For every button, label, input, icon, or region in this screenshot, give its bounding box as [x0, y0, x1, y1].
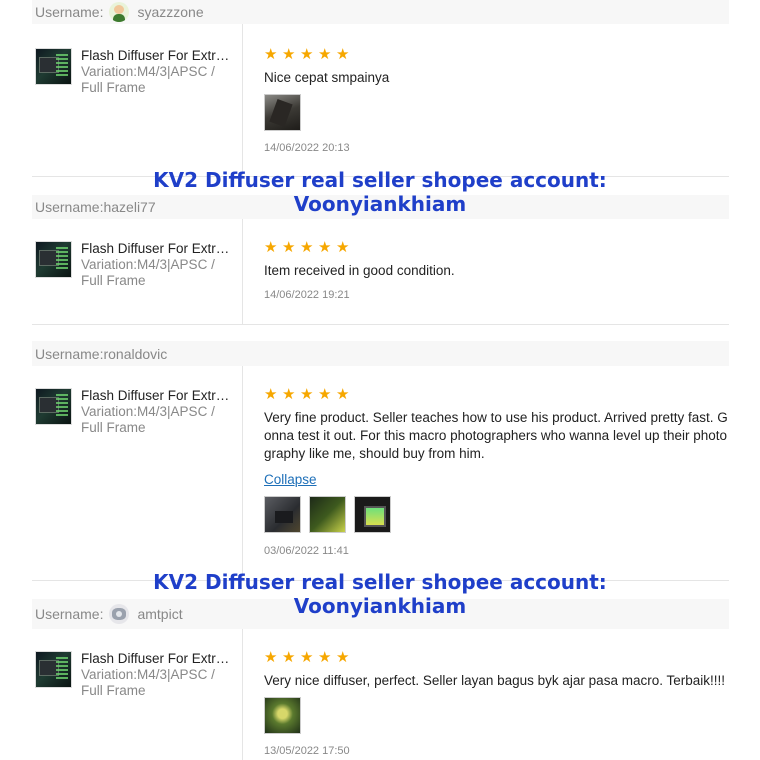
product-thumbnail[interactable] [35, 388, 72, 425]
username-label: Username: [35, 4, 104, 20]
column-divider [242, 219, 243, 325]
star-icon: ★ [300, 46, 314, 63]
star-icon: ★ [318, 386, 332, 403]
review-item: Flash Diffuser For Extr… Variation:M4/3|… [32, 629, 729, 760]
star-icon: ★ [336, 386, 350, 403]
watermark-overlay: KV2 Diffuser real seller shopee account:… [0, 570, 760, 618]
star-icon: ★ [282, 649, 296, 666]
username[interactable]: syazzzone [137, 4, 203, 20]
user-avatar [109, 2, 130, 22]
watermark-line: KV2 Diffuser real seller shopee account: [153, 168, 607, 192]
product-variation: Variation:M4/3|APSC / Full Frame [81, 257, 215, 288]
product-variation: Variation:M4/3|APSC / Full Frame [81, 404, 215, 435]
star-icon: ★ [282, 386, 296, 403]
row-divider [32, 324, 729, 325]
star-icon: ★ [336, 46, 350, 63]
rating-stars: ★ ★ ★ ★ ★ [264, 240, 350, 255]
column-divider [242, 629, 243, 760]
review-photo[interactable] [264, 697, 301, 734]
star-icon: ★ [318, 649, 332, 666]
watermark-overlay: KV2 Diffuser real seller shopee account:… [0, 168, 760, 216]
rating-stars: ★ ★ ★ ★ ★ [264, 650, 350, 665]
product-name[interactable]: Flash Diffuser For Extr… [81, 651, 231, 666]
product-thumbnail[interactable] [35, 651, 72, 688]
star-icon: ★ [336, 649, 350, 666]
review-photos [264, 94, 301, 131]
star-icon: ★ [300, 649, 314, 666]
watermark-line: Voonyiankhiam [293, 192, 467, 216]
review-comment: Very fine product. Seller teaches how to… [264, 410, 728, 461]
star-icon: ★ [264, 649, 278, 666]
product-thumbnail[interactable] [35, 48, 72, 85]
review-photos [264, 697, 301, 734]
review-comment: Item received in good condition. [264, 263, 455, 278]
rating-stars: ★ ★ ★ ★ ★ [264, 387, 350, 402]
review-item: Flash Diffuser For Extr… Variation:M4/3|… [32, 366, 729, 581]
review-date: 13/05/2022 17:50 [264, 745, 350, 757]
product-name[interactable]: Flash Diffuser For Extr… [81, 48, 231, 63]
collapse-link[interactable]: Collapse [264, 472, 317, 487]
review-header: Username: ronaldovic [32, 341, 729, 366]
column-divider [242, 24, 243, 177]
star-icon: ★ [318, 46, 332, 63]
star-icon: ★ [300, 386, 314, 403]
review-comment: Very nice diffuser, perfect. Seller laya… [264, 673, 725, 688]
star-icon: ★ [336, 239, 350, 256]
review-item: Flash Diffuser For Extr… Variation:M4/3|… [32, 219, 729, 325]
review-photo[interactable] [354, 496, 391, 533]
product-name[interactable]: Flash Diffuser For Extr… [81, 388, 231, 403]
star-icon: ★ [282, 239, 296, 256]
review-comment: Nice cepat smpainya [264, 70, 390, 85]
review-date: 14/06/2022 20:13 [264, 142, 350, 154]
column-divider [242, 366, 243, 581]
product-variation: Variation:M4/3|APSC / Full Frame [81, 667, 215, 698]
review-item: Flash Diffuser For Extr… Variation:M4/3|… [32, 24, 729, 177]
rating-stars: ★ ★ ★ ★ ★ [264, 47, 350, 62]
product-name[interactable]: Flash Diffuser For Extr… [81, 241, 231, 256]
star-icon: ★ [264, 386, 278, 403]
product-variation: Variation:M4/3|APSC / Full Frame [81, 64, 215, 95]
review-date: 03/06/2022 11:41 [264, 545, 349, 557]
review-photo[interactable] [309, 496, 346, 533]
username-label: Username: [35, 345, 104, 362]
star-icon: ★ [300, 239, 314, 256]
star-icon: ★ [264, 46, 278, 63]
watermark-line: KV2 Diffuser real seller shopee account: [153, 570, 607, 594]
review-photos [264, 496, 391, 533]
watermark-line: Voonyiankhiam [293, 594, 467, 618]
review-header: Username: syazzzone [32, 0, 729, 24]
review-photo[interactable] [264, 94, 301, 131]
review-photo[interactable] [264, 496, 301, 533]
star-icon: ★ [264, 239, 278, 256]
review-date: 14/06/2022 19:21 [264, 289, 350, 301]
product-thumbnail[interactable] [35, 241, 72, 278]
star-icon: ★ [282, 46, 296, 63]
star-icon: ★ [318, 239, 332, 256]
username[interactable]: ronaldovic [103, 346, 167, 362]
